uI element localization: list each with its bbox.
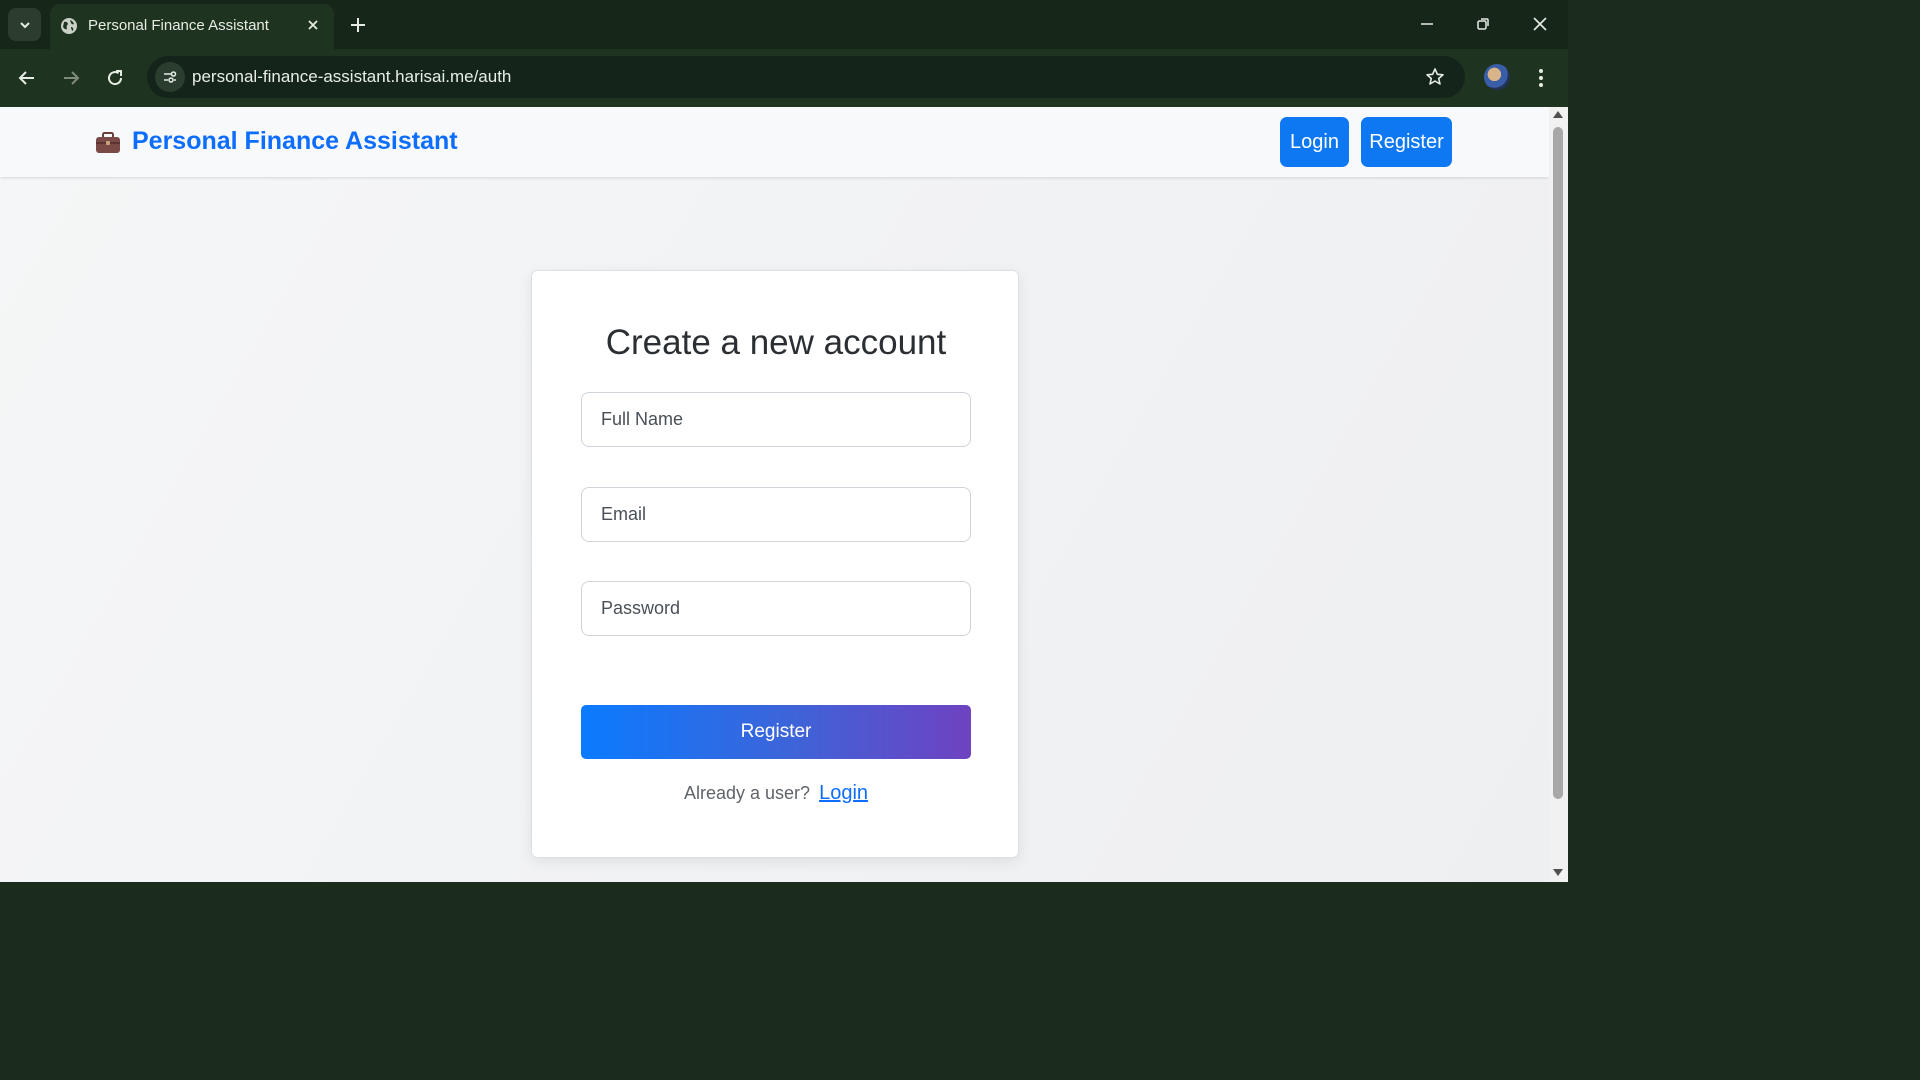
form-title: Create a new account — [605, 323, 947, 362]
site-navbar: Personal Finance Assistant Login Registe… — [0, 107, 1549, 177]
restore-button[interactable] — [1463, 8, 1503, 40]
scrollbar-thumb[interactable] — [1553, 127, 1563, 799]
new-tab-button[interactable] — [344, 11, 372, 39]
url-text: personal-finance-assistant.harisai.me/au… — [192, 67, 512, 86]
browser-tab[interactable]: Personal Finance Assistant — [50, 4, 334, 50]
password-input[interactable] — [581, 581, 971, 636]
login-prompt: Already a user? Login — [532, 782, 1020, 805]
brand-title[interactable]: Personal Finance Assistant — [132, 127, 458, 156]
login-link[interactable]: Login — [819, 782, 868, 804]
tab-close-button[interactable] — [302, 14, 324, 36]
email-input[interactable] — [581, 487, 971, 542]
page-scrollbar[interactable] — [1549, 107, 1568, 882]
close-icon — [308, 20, 318, 30]
page-viewport: Personal Finance Assistant Login Registe… — [0, 107, 1549, 882]
full-name-input[interactable] — [581, 392, 971, 447]
back-arrow-icon — [18, 71, 34, 85]
avatar[interactable] — [1484, 64, 1510, 90]
browser-toolbar: personal-finance-assistant.harisai.me/au… — [0, 49, 1568, 107]
reload-button[interactable] — [100, 63, 130, 93]
address-bar[interactable]: personal-finance-assistant.harisai.me/au… — [147, 56, 1465, 98]
kebab-menu-icon — [1539, 69, 1543, 87]
star-icon — [1426, 68, 1444, 85]
login-prompt-text: Already a user? — [683, 783, 811, 803]
nav-login-button[interactable]: Login — [1280, 117, 1349, 167]
minimize-icon — [1421, 23, 1433, 25]
restore-icon — [1477, 18, 1489, 30]
browser-tab-strip: Personal Finance Assistant — [0, 0, 1568, 50]
forward-arrow-icon — [64, 71, 80, 85]
minimize-button[interactable] — [1407, 8, 1447, 40]
register-submit-button[interactable]: Register — [581, 705, 971, 759]
tab-title: Personal Finance Assistant — [88, 17, 269, 34]
register-card: Create a new account Register Already a … — [531, 270, 1019, 858]
back-button[interactable] — [12, 63, 42, 93]
briefcase-icon — [96, 132, 120, 153]
bookmark-button[interactable] — [1422, 64, 1448, 90]
scroll-up-arrow-icon[interactable] — [1553, 111, 1563, 118]
forward-button[interactable] — [56, 63, 86, 93]
nav-register-button[interactable]: Register — [1361, 117, 1452, 167]
plus-icon — [351, 18, 365, 32]
browser-menu-button[interactable] — [1530, 63, 1552, 93]
site-info-button[interactable] — [155, 62, 185, 92]
site-settings-icon — [164, 71, 177, 83]
window-close-button[interactable] — [1520, 8, 1560, 40]
reload-icon — [108, 70, 123, 86]
globe-icon — [61, 18, 77, 34]
window-close-icon — [1533, 17, 1547, 31]
chevron-down-icon — [19, 21, 30, 28]
scroll-down-arrow-icon[interactable] — [1553, 869, 1563, 876]
tab-search-button[interactable] — [8, 8, 41, 41]
